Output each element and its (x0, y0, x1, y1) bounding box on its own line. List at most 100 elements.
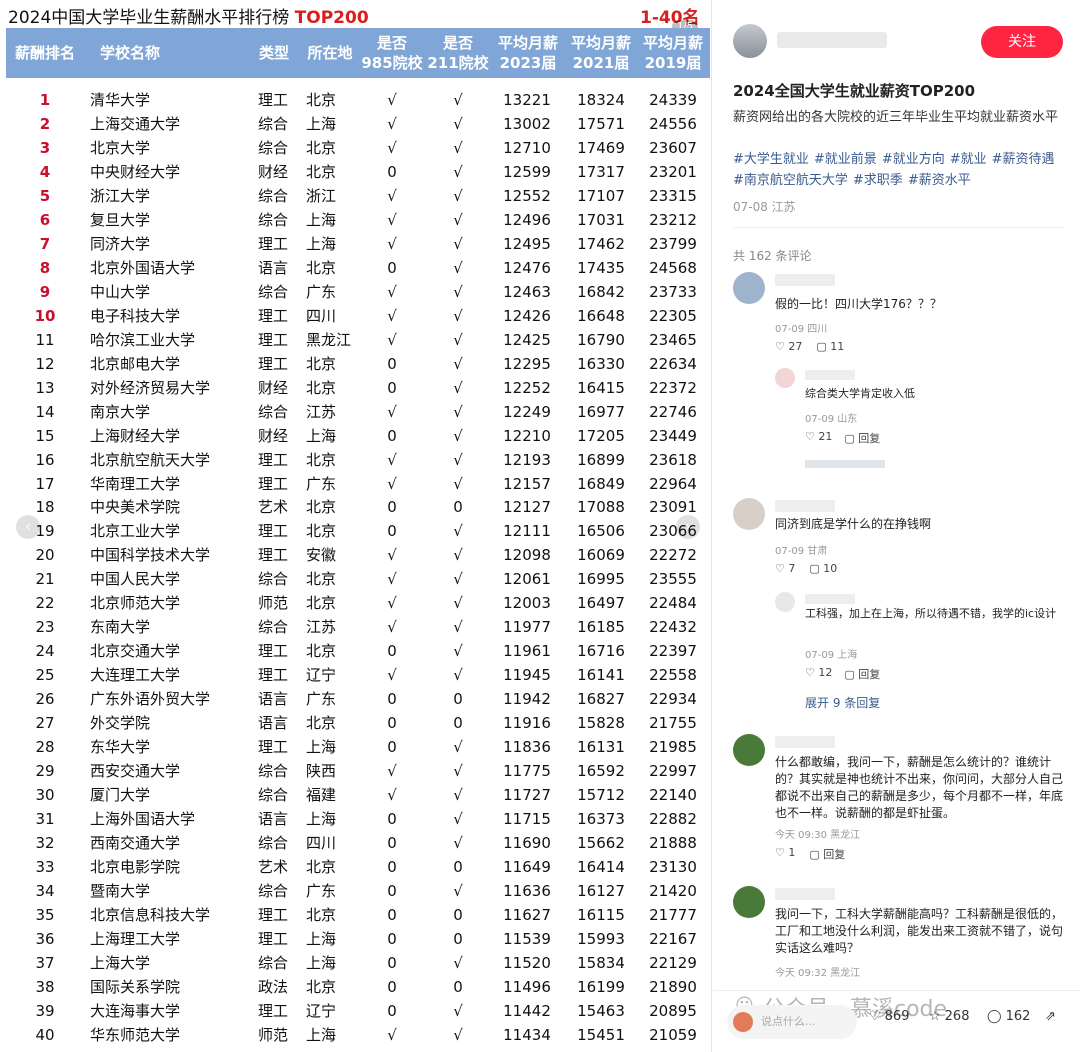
cell-c211: √ (453, 546, 463, 565)
like-button[interactable]: ♡ 21 (805, 430, 832, 446)
cell-s2023: 11627 (503, 905, 551, 924)
cell-c211: √ (453, 642, 463, 661)
reply-button[interactable]: ▢ 回复 (844, 666, 880, 682)
prev-image-arrow-icon[interactable]: ‹ (16, 515, 40, 539)
reply-button[interactable]: ▢ 11 (816, 340, 844, 353)
comment-text: 同济到底是学什么的在挣钱啊 (775, 517, 932, 531)
expand-replies-link[interactable]: 展开 9 条回复 (805, 694, 880, 711)
tag-link[interactable]: #就业方向 (882, 152, 945, 167)
cell-loc: 上海 (306, 953, 337, 972)
commenter-avatar[interactable] (733, 734, 765, 766)
tag-link[interactable]: #薪资水平 (908, 173, 971, 188)
comment-stat[interactable]: ◯ 162 (987, 1009, 1030, 1024)
cell-name: 中山大学 (90, 282, 151, 301)
cell-s2021: 15712 (577, 786, 625, 805)
ranking-image-panel[interactable]: 2024中国大学毕业生薪酬水平排行榜 TOP200 1-40名 1/5 薪酬排名… (0, 0, 712, 1052)
comment-item: 什么都敢编，我问一下，薪酬是怎么统计的？谁统计的？其实就是神也统计不出来，你问问… (733, 734, 1068, 864)
cell-s2019: 22305 (649, 306, 697, 325)
cell-loc: 北京 (306, 522, 337, 541)
commenter-name-blurred[interactable] (805, 370, 855, 380)
cell-loc: 北京 (306, 905, 337, 924)
follow-button[interactable]: 关注 (981, 26, 1063, 58)
cell-s2021: 17317 (577, 162, 625, 181)
cell-type: 理工 (258, 929, 289, 948)
cell-name: 暨南大学 (90, 882, 151, 900)
cell-s2023: 12599 (503, 162, 551, 181)
reply-button[interactable]: ▢ 回复 (809, 846, 845, 862)
table-row: 39 大连海事大学 理工 辽宁 0 √ 11442 15463 20895 (6, 999, 710, 1023)
cell-rank: 7 (39, 234, 51, 253)
sub-comment-meta: 07-09 山东 (805, 414, 858, 425)
tag-link[interactable]: #南京航空航天大学 (733, 173, 848, 188)
commenter-avatar[interactable] (733, 886, 765, 918)
author-name-blurred[interactable] (777, 32, 887, 48)
bottom-action-bar: ☺ 公众号 · 慕溪code 说点什么... ♡ 869 ☆ 268 ◯ 162… (713, 990, 1080, 1052)
tag-link[interactable]: #就业 (950, 152, 987, 167)
cell-name: 电子科技大学 (90, 306, 181, 325)
tag-link[interactable]: #薪资待遇 (992, 152, 1055, 167)
tag-link[interactable]: #大学生就业 (733, 152, 809, 167)
share-icon[interactable]: ⇗ (1045, 1009, 1056, 1024)
cell-s2021: 15662 (577, 834, 625, 853)
collect-stat[interactable]: ☆ 268 (929, 1009, 969, 1024)
like-button[interactable]: ♡ 1 (775, 846, 795, 862)
table-row: 34 暨南大学 综合 广东 0 √ 11636 16127 21420 (6, 879, 710, 903)
cell-s2023: 11945 (503, 666, 551, 685)
table-row: 1 清华大学 理工 北京 √ √ 13221 18324 24339 (6, 88, 710, 112)
cell-type: 语言 (258, 714, 289, 733)
cell-c985: 0 (387, 929, 397, 948)
cell-s2019: 22167 (649, 929, 697, 948)
post-date-location: 07-08 江苏 (733, 200, 796, 214)
commenter-name-blurred[interactable] (775, 500, 835, 512)
cell-s2019: 22746 (649, 402, 697, 421)
cell-c211: 0 (453, 929, 463, 948)
commenter-name-blurred[interactable] (775, 274, 835, 286)
commenter-name-blurred[interactable] (775, 888, 835, 900)
heart-icon: ♡ (869, 1009, 881, 1024)
cell-loc: 辽宁 (306, 666, 337, 685)
ranking-title: 2024中国大学毕业生薪酬水平排行榜 TOP200 (8, 3, 369, 28)
sub-comment-text: 综合类大学肯定收入低 (805, 387, 915, 400)
table-row: 12 北京邮电大学 理工 北京 0 √ 12295 16330 22634 (6, 352, 710, 376)
cell-s2019: 23091 (649, 498, 697, 517)
cell-loc: 上海 (306, 210, 337, 229)
reply-button[interactable]: ▢ 10 (809, 562, 837, 575)
commenter-avatar[interactable] (775, 368, 795, 388)
table-row: 21 中国人民大学 综合 北京 √ √ 12061 16995 23555 (6, 567, 710, 591)
like-button[interactable]: ♡ 12 (805, 666, 832, 682)
like-button[interactable]: ♡ 27 (775, 340, 802, 353)
cell-c211: √ (453, 762, 463, 781)
ranking-title-text: 2024中国大学毕业生薪酬水平排行榜 (8, 8, 290, 28)
reply-button[interactable]: ▢ 回复 (844, 430, 880, 446)
cell-c985: 0 (387, 354, 397, 373)
cell-s2023: 11520 (503, 953, 551, 972)
commenter-name-blurred[interactable] (805, 594, 855, 604)
user-avatar (733, 1012, 753, 1032)
author-avatar[interactable] (733, 24, 767, 58)
cell-rank: 27 (35, 714, 55, 733)
cell-c211: √ (453, 738, 463, 757)
cell-s2021: 16849 (577, 474, 625, 493)
like-button[interactable]: ♡ 7 (775, 562, 795, 575)
cell-c211: √ (453, 786, 463, 805)
tag-link[interactable]: #就业前景 (814, 152, 877, 167)
cell-c985: 0 (387, 905, 397, 924)
page-root: 2024中国大学毕业生薪酬水平排行榜 TOP200 1-40名 1/5 薪酬排名… (0, 0, 1080, 1052)
cell-c985: 0 (387, 714, 397, 733)
cell-loc: 北京 (306, 138, 337, 157)
cell-s2019: 23555 (649, 570, 697, 589)
cell-type: 理工 (258, 738, 289, 757)
cell-type: 语言 (258, 810, 289, 829)
cell-s2021: 18324 (577, 91, 625, 109)
commenter-avatar[interactable] (733, 272, 765, 304)
cell-s2019: 24556 (649, 114, 697, 133)
tag-link[interactable]: #求职季 (853, 173, 903, 188)
cell-c211: √ (453, 282, 463, 301)
like-stat[interactable]: ♡ 869 (869, 1009, 909, 1024)
cell-type: 综合 (258, 786, 289, 805)
commenter-avatar[interactable] (775, 592, 795, 612)
next-image-arrow-icon[interactable]: › (676, 515, 700, 539)
commenter-avatar[interactable] (733, 498, 765, 530)
commenter-name-blurred[interactable] (775, 736, 835, 748)
cell-c985: √ (387, 306, 397, 325)
